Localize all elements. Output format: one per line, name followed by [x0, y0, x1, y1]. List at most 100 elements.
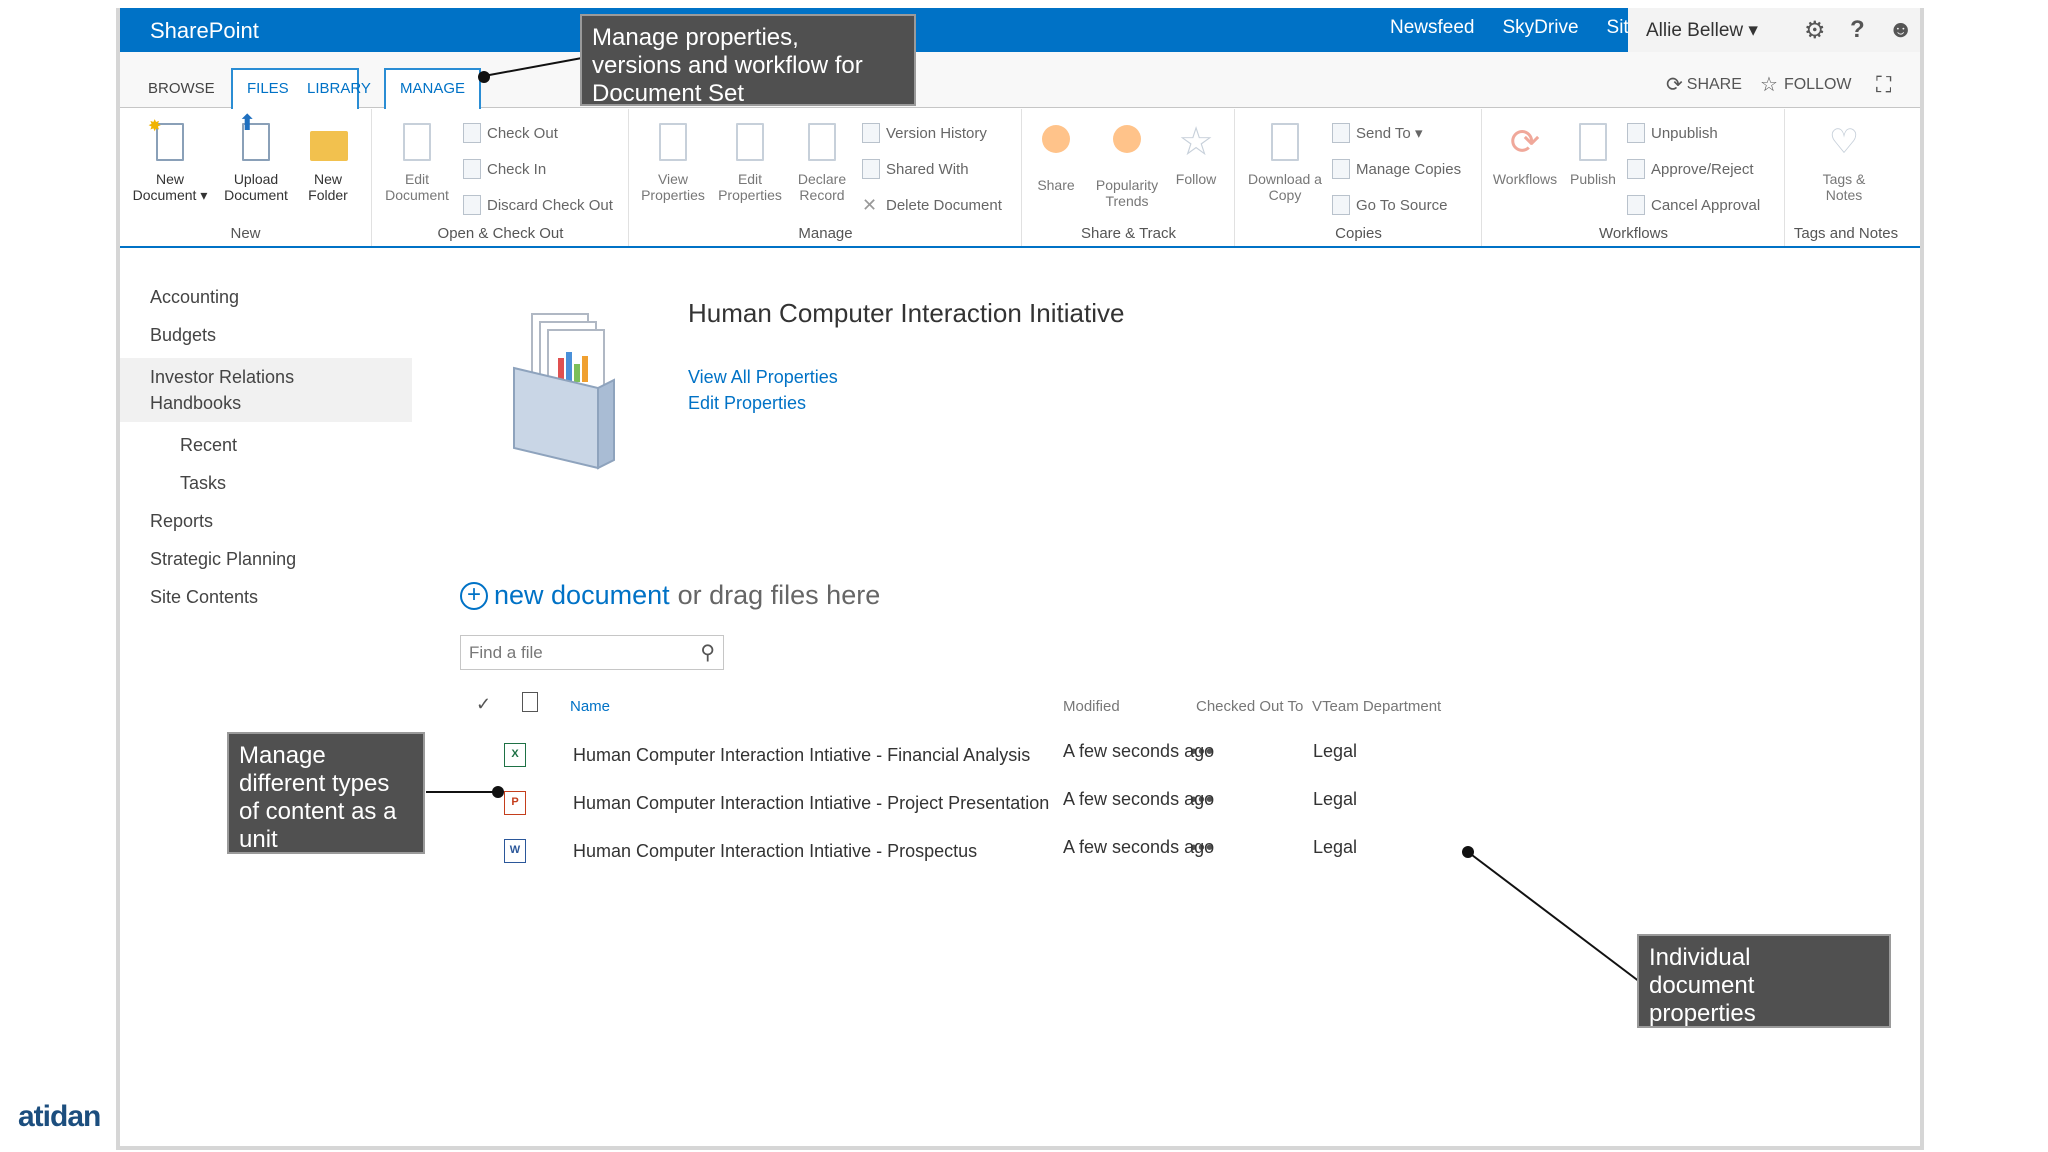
- newsfeed-link[interactable]: Newsfeed: [1390, 17, 1475, 39]
- callout-individual-properties: Individual document properties: [1637, 934, 1891, 1028]
- find-file-placeholder: Find a file: [469, 643, 543, 662]
- callout-manage-types-line-4: unit: [239, 826, 278, 853]
- tags-notes-label-2: Notes: [1825, 187, 1863, 203]
- share-ribbon-label: Share: [1037, 177, 1075, 193]
- cancel-approval-button[interactable]: Cancel Approval: [1627, 195, 1760, 215]
- view-properties-button[interactable]: View Properties: [634, 119, 712, 203]
- column-modified-header[interactable]: Modified: [1063, 698, 1120, 715]
- new-document-area: + new document or drag files here: [460, 580, 880, 611]
- declare-record-button[interactable]: Declare Record: [790, 119, 854, 203]
- send-to-button[interactable]: Send To ▾: [1332, 123, 1422, 143]
- callout-individual-line-2: document: [1649, 972, 1755, 999]
- delete-document-label: Delete Document: [886, 197, 1002, 214]
- edit-properties-link[interactable]: Edit Properties: [688, 393, 806, 414]
- new-document-button[interactable]: ✸ New Document ▾: [130, 119, 210, 204]
- manage-copies-label: Manage Copies: [1356, 160, 1462, 178]
- callout-manage-docset-line-1: Manage properties,: [592, 24, 799, 51]
- nav-strategic-planning[interactable]: Strategic Planning: [120, 540, 412, 578]
- popularity-trends-button[interactable]: Popularity Trends: [1087, 119, 1167, 209]
- approve-reject-button[interactable]: Approve/Reject: [1627, 159, 1754, 179]
- file-name-link[interactable]: Human Computer Interaction Intiative - F…: [573, 745, 1030, 766]
- document-set-title: Human Computer Interaction Initiative: [688, 298, 1125, 328]
- download-copy-button[interactable]: Download a Copy: [1242, 119, 1328, 203]
- shared-with-label: Shared With: [886, 160, 969, 178]
- share-button[interactable]: ⟳ SHARE: [1666, 72, 1742, 97]
- nav-investor-relations[interactable]: Investor Relations Handbooks: [120, 358, 412, 422]
- discard-check-out-button[interactable]: Discard Check Out: [463, 195, 613, 215]
- table-row[interactable]: P Human Computer Interaction Intiative -…: [460, 783, 1760, 827]
- callout-manage-types-line-1: Manage: [239, 742, 326, 769]
- publish-icon: [1571, 119, 1615, 165]
- nav-recent[interactable]: Recent: [120, 426, 412, 464]
- follow-ribbon-button[interactable]: ☆ Follow: [1171, 119, 1221, 187]
- department-value: Legal: [1313, 789, 1358, 809]
- callout-manage-docset-line-3: Document Set: [592, 80, 745, 107]
- callout-manage-types: Manage different types of content as a u…: [227, 732, 425, 854]
- check-out-icon: [463, 123, 481, 143]
- modified-value: A few seconds ago: [1063, 789, 1215, 809]
- column-vteam-header[interactable]: VTeam Department: [1312, 698, 1441, 715]
- modified-value: A few seconds ago: [1063, 741, 1215, 761]
- ribbon-tab-row: BROWSE FILES LIBRARY MANAGE ⟳ SHARE ☆ FO…: [120, 52, 1920, 109]
- sharepoint-brand[interactable]: SharePoint: [150, 18, 259, 44]
- left-navigation: Accounting Budgets Investor Relations Ha…: [120, 278, 412, 616]
- view-all-properties-link[interactable]: View All Properties: [688, 367, 838, 388]
- tab-library[interactable]: LIBRARY: [293, 68, 371, 109]
- modified-value: A few seconds ago: [1063, 837, 1215, 857]
- follow-button[interactable]: ☆ FOLLOW: [1760, 72, 1852, 97]
- gear-icon[interactable]: ⚙: [1804, 16, 1826, 45]
- focus-mode-icon[interactable]: ⛶: [1876, 72, 1891, 98]
- file-type-header-icon: [522, 692, 538, 712]
- tags-notes-button[interactable]: ♡ Tags & Notes: [1804, 119, 1884, 203]
- check-in-button[interactable]: Check In: [463, 159, 546, 179]
- workflows-button[interactable]: ⟳ Workflows: [1487, 119, 1563, 187]
- excel-file-icon: X: [504, 743, 526, 767]
- version-history-button[interactable]: Version History: [862, 123, 987, 143]
- tab-manage[interactable]: MANAGE: [384, 68, 482, 109]
- table-row[interactable]: X Human Computer Interaction Intiative -…: [460, 735, 1760, 779]
- delete-document-button[interactable]: ✕ Delete Document: [862, 195, 1002, 216]
- go-to-source-label: Go To Source: [1356, 196, 1448, 214]
- group-open-checkout-label: Open & Check Out: [437, 225, 564, 242]
- follow-label: FOLLOW: [1783, 75, 1852, 93]
- file-name-link[interactable]: Human Computer Interaction Intiative - P…: [573, 793, 1049, 814]
- new-folder-button[interactable]: New Folder: [300, 119, 356, 203]
- edit-document-button[interactable]: Edit Document: [381, 119, 453, 203]
- nav-budgets[interactable]: Budgets: [120, 316, 412, 354]
- skydrive-link[interactable]: SkyDrive: [1503, 17, 1579, 39]
- select-all-checkmark-icon[interactable]: ✓: [476, 694, 491, 715]
- nav-tasks[interactable]: Tasks: [120, 464, 412, 502]
- ribbon: ✸ New Document ▾ ⬆ Upload Document New F…: [120, 109, 1920, 248]
- suite-links: Newsfeed SkyDrive Sites: [1390, 17, 1649, 39]
- callout-pointer-dot: [1462, 846, 1474, 858]
- tab-browse[interactable]: BROWSE: [134, 70, 229, 108]
- manage-copies-button[interactable]: Manage Copies: [1332, 159, 1461, 179]
- share-icon: ⟳: [1666, 74, 1683, 96]
- nav-accounting[interactable]: Accounting: [120, 278, 412, 316]
- view-properties-label-2: Properties: [641, 187, 705, 203]
- search-icon[interactable]: ⚲: [700, 640, 715, 665]
- upload-label-2: Document: [224, 187, 288, 203]
- group-share-track-label: Share & Track: [1080, 225, 1177, 242]
- column-checked-out-header[interactable]: Checked Out To: [1196, 698, 1303, 715]
- shared-with-button[interactable]: Shared With: [862, 159, 969, 179]
- upload-document-button[interactable]: ⬆ Upload Document: [218, 112, 294, 204]
- table-row[interactable]: W Human Computer Interaction Intiative -…: [460, 831, 1760, 875]
- unpublish-button[interactable]: Unpublish: [1627, 123, 1718, 143]
- check-out-button[interactable]: Check Out: [463, 123, 558, 143]
- new-document-link[interactable]: new document: [494, 580, 670, 611]
- edit-properties-button[interactable]: Edit Properties: [712, 119, 788, 203]
- file-name-link[interactable]: Human Computer Interaction Intiative - P…: [573, 841, 977, 862]
- column-name-header[interactable]: Name: [570, 698, 610, 715]
- smiley-icon[interactable]: ☻: [1888, 16, 1913, 44]
- plus-circle-icon[interactable]: +: [460, 581, 488, 610]
- go-to-source-button[interactable]: Go To Source: [1332, 195, 1447, 215]
- user-menu[interactable]: Allie Bellew ▾: [1646, 19, 1758, 42]
- share-ribbon-button[interactable]: Share: [1031, 119, 1081, 193]
- find-file-input[interactable]: Find a file ⚲: [460, 635, 724, 670]
- nav-site-contents[interactable]: Site Contents: [120, 578, 412, 616]
- publish-button[interactable]: Publish: [1565, 119, 1621, 187]
- help-icon[interactable]: ?: [1850, 16, 1865, 44]
- nav-reports[interactable]: Reports: [120, 502, 412, 540]
- department-value: Legal: [1313, 837, 1358, 857]
